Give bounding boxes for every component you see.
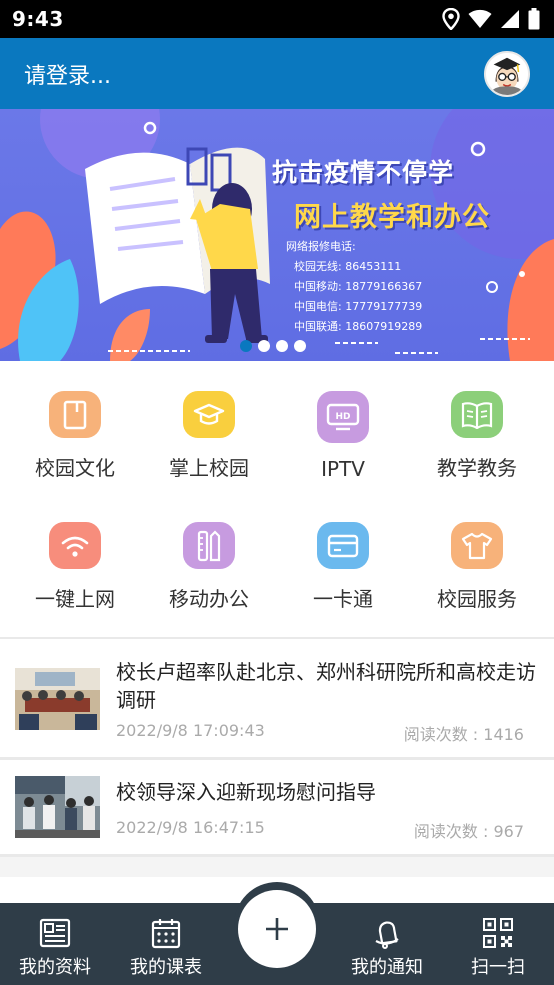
menu-item-campus-card[interactable]: 一卡通 xyxy=(276,492,410,612)
svg-text:HD: HD xyxy=(335,412,350,422)
news-title: 校领导深入迎新现场慰问指导 xyxy=(116,780,376,804)
news-title: 校长卢超率队赴北京、郑州科研院所和高校走访调研 xyxy=(116,660,536,712)
wifi-icon xyxy=(468,9,492,28)
hotline-info: 网络报修电话: 校园无线: 86453111 中国移动: 18779166367… xyxy=(286,237,422,337)
carousel-indicator xyxy=(240,340,306,352)
tab-scan[interactable]: 扫一扫 xyxy=(443,903,553,985)
menu-label: 校园服务 xyxy=(437,587,517,611)
location-icon xyxy=(442,8,460,30)
news-date: 2022/9/8 16:47:15 xyxy=(116,818,265,837)
hotline-row: 校园无线: 86453111 xyxy=(294,260,402,273)
carousel-dot[interactable] xyxy=(276,340,288,352)
open-book-icon xyxy=(451,391,503,438)
news-thumbnail xyxy=(15,776,100,838)
banner-illustration xyxy=(0,109,554,361)
menu-label: 掌上校园 xyxy=(169,456,249,480)
news-read-count: 阅读次数 : 1416 xyxy=(403,725,524,744)
hotline-row: 中国移动: 18779166367 xyxy=(294,280,423,293)
menu-label: 教学教务 xyxy=(437,456,517,480)
graduation-cap-icon xyxy=(183,391,235,438)
banner-headline: 抗击疫情不停学 xyxy=(272,158,455,187)
banner-carousel[interactable]: 抗击疫情不停学 网上教学和办公 网络报修电话: 校园无线: 86453111 中… xyxy=(0,109,554,361)
tab-label: 我的课表 xyxy=(130,957,202,978)
banner-subheadline: 网上教学和办公 xyxy=(294,202,490,233)
divider xyxy=(0,857,554,877)
menu-label: 校园文化 xyxy=(35,456,115,480)
tab-label: 我的通知 xyxy=(351,957,423,978)
menu-label: 一键上网 xyxy=(35,587,115,611)
menu-label: IPTV xyxy=(321,457,365,481)
news-date: 2022/9/8 17:09:43 xyxy=(116,721,265,740)
menu-item-iptv[interactable]: HD IPTV xyxy=(276,361,410,481)
login-prompt[interactable]: 请登录... xyxy=(24,58,111,90)
status-time: 9:43 xyxy=(12,7,64,31)
pen-ruler-icon xyxy=(183,522,235,569)
card-icon xyxy=(317,522,369,569)
profile-icon xyxy=(39,918,71,948)
news-item[interactable]: 校领导深入迎新现场慰问指导 2022/9/8 16:47:15 阅读次数 : 9… xyxy=(0,760,554,854)
menu-item-one-click-internet[interactable]: 一键上网 xyxy=(8,492,142,612)
menu-item-campus-service[interactable]: 校园服务 xyxy=(410,492,544,612)
menu-label: 移动办公 xyxy=(169,587,249,611)
carousel-dot[interactable] xyxy=(294,340,306,352)
hotline-title: 网络报修电话: xyxy=(286,240,356,253)
carousel-dot-active[interactable] xyxy=(240,340,252,352)
hotline-row: 中国联通: 18607919289 xyxy=(294,320,423,333)
menu-item-teaching-affairs[interactable]: 教学教务 xyxy=(410,361,544,481)
menu-item-campus-culture[interactable]: 校园文化 xyxy=(8,361,142,481)
status-bar: 9:43 xyxy=(0,0,554,38)
qr-scan-icon xyxy=(483,918,513,948)
tab-my-schedule[interactable]: 我的课表 xyxy=(111,903,221,985)
tab-label: 扫一扫 xyxy=(471,957,525,978)
menu-item-mobile-office[interactable]: 移动办公 xyxy=(142,492,276,612)
hd-tv-icon: HD xyxy=(317,391,369,443)
bell-icon xyxy=(375,921,399,949)
menu-label: 一卡通 xyxy=(313,587,373,611)
avatar[interactable] xyxy=(484,50,530,97)
carousel-dot[interactable] xyxy=(258,340,270,352)
book-icon xyxy=(49,391,101,438)
shirt-icon xyxy=(451,522,503,569)
menu-item-mobile-campus[interactable]: 掌上校园 xyxy=(142,361,276,481)
signal-icon xyxy=(501,10,519,28)
app-bar: 请登录... xyxy=(0,38,554,109)
tab-my-profile[interactable]: 我的资料 xyxy=(0,903,110,985)
plus-icon xyxy=(266,918,288,940)
tab-my-notifications[interactable]: 我的通知 xyxy=(332,903,442,985)
feature-grid: 校园文化 掌上校园 HD IPTV 教学教务 一键上网 移动办公 一卡通 校园服… xyxy=(0,361,554,637)
graduate-avatar-icon xyxy=(486,52,528,95)
tab-label: 我的资料 xyxy=(19,957,91,978)
battery-icon xyxy=(528,8,540,30)
news-item[interactable]: 校长卢超率队赴北京、郑州科研院所和高校走访调研 2022/9/8 17:09:4… xyxy=(0,639,554,757)
news-thumbnail xyxy=(15,668,100,730)
status-icons xyxy=(442,8,540,30)
wifi-icon xyxy=(49,522,101,569)
news-read-count: 阅读次数 : 967 xyxy=(413,822,524,841)
add-button[interactable] xyxy=(238,890,316,968)
hotline-row: 中国电信: 17779177739 xyxy=(294,300,423,313)
calendar-icon xyxy=(151,919,181,949)
